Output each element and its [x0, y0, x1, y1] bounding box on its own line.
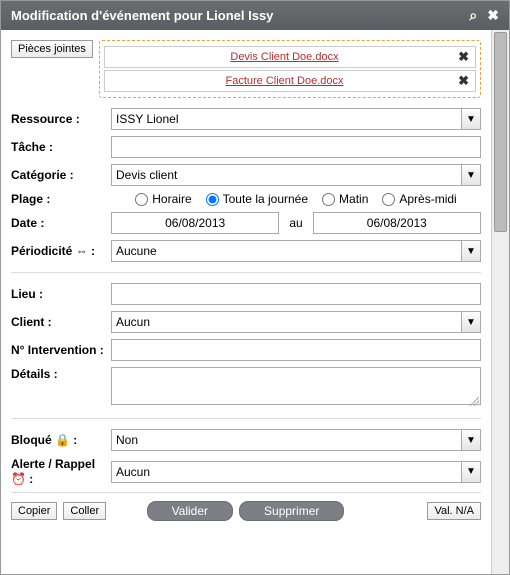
alerte-select[interactable]: ▼	[111, 461, 481, 483]
label-categorie: Catégorie :	[11, 168, 111, 182]
tache-input[interactable]	[111, 136, 481, 158]
radio-horaire[interactable]: Horaire	[135, 192, 191, 206]
radio-matin-label: Matin	[339, 192, 368, 206]
periodicite-input[interactable]	[111, 240, 461, 262]
client-select[interactable]: ▼	[111, 311, 481, 333]
attachment-link[interactable]: Facture Client Doe.docx	[111, 75, 458, 87]
alerte-input[interactable]	[111, 461, 461, 483]
label-date-au: au	[289, 216, 302, 230]
chevron-down-icon[interactable]: ▼	[461, 429, 481, 451]
label-ressource: Ressource :	[11, 112, 111, 126]
label-periodicite: Périodicité ⇔ :	[11, 244, 111, 258]
chevron-down-icon[interactable]: ▼	[461, 108, 481, 130]
label-plage: Plage :	[11, 192, 111, 206]
close-icon[interactable]: ✖	[487, 7, 499, 24]
ressource-input[interactable]	[111, 108, 461, 130]
radio-horaire-input[interactable]	[135, 193, 148, 206]
radio-journee[interactable]: Toute la journée	[206, 192, 308, 206]
bloque-input[interactable]	[111, 429, 461, 451]
periodicite-select[interactable]: ▼	[111, 240, 481, 262]
chevron-down-icon[interactable]: ▼	[461, 461, 481, 483]
date-start-input[interactable]	[111, 212, 279, 234]
bloque-select[interactable]: ▼	[111, 429, 481, 451]
radio-matin[interactable]: Matin	[322, 192, 368, 206]
label-date: Date :	[11, 216, 111, 230]
val-na-button[interactable]: Val. N/A	[427, 502, 481, 520]
scrollbar[interactable]	[491, 30, 509, 574]
radio-apresmidi-label: Après-midi	[399, 192, 456, 206]
search-icon[interactable]: ⌕	[469, 7, 477, 24]
divider	[11, 418, 481, 419]
categorie-select[interactable]: ▼	[111, 164, 481, 186]
radio-journee-input[interactable]	[206, 193, 219, 206]
titlebar: Modification d'événement pour Lionel Iss…	[1, 1, 509, 30]
radio-apresmidi[interactable]: Après-midi	[382, 192, 456, 206]
client-input[interactable]	[111, 311, 461, 333]
attachment-item: Devis Client Doe.docx ✖	[104, 46, 476, 68]
attachments-button[interactable]: Pièces jointes	[11, 40, 93, 58]
categorie-input[interactable]	[111, 164, 461, 186]
ressource-select[interactable]: ▼	[111, 108, 481, 130]
chevron-down-icon[interactable]: ▼	[461, 240, 481, 262]
attachment-item: Facture Client Doe.docx ✖	[104, 70, 476, 92]
attachment-link[interactable]: Devis Client Doe.docx	[111, 51, 458, 63]
remove-attachment-icon[interactable]: ✖	[458, 73, 469, 89]
details-textarea[interactable]	[111, 367, 481, 405]
chevron-down-icon[interactable]: ▼	[461, 164, 481, 186]
valider-button[interactable]: Valider	[147, 501, 233, 521]
lieu-input[interactable]	[111, 283, 481, 305]
label-alerte: Alerte / Rappel ⏰ :	[11, 457, 111, 486]
radio-journee-label: Toute la journée	[223, 192, 308, 206]
intervention-input[interactable]	[111, 339, 481, 361]
window-title: Modification d'événement pour Lionel Iss…	[11, 8, 459, 23]
label-details: Détails :	[11, 367, 111, 381]
supprimer-button[interactable]: Supprimer	[239, 501, 344, 521]
copier-button[interactable]: Copier	[11, 502, 57, 520]
label-lieu: Lieu :	[11, 287, 111, 301]
label-intervention: N° Intervention :	[11, 343, 111, 357]
divider	[11, 272, 481, 273]
radio-matin-input[interactable]	[322, 193, 335, 206]
chevron-down-icon[interactable]: ▼	[461, 311, 481, 333]
radio-apresmidi-input[interactable]	[382, 193, 395, 206]
coller-button[interactable]: Coller	[63, 502, 106, 520]
label-tache: Tâche :	[11, 140, 111, 154]
attachments-dropzone[interactable]: Devis Client Doe.docx ✖ Facture Client D…	[99, 40, 481, 98]
remove-attachment-icon[interactable]: ✖	[458, 49, 469, 65]
radio-horaire-label: Horaire	[152, 192, 191, 206]
scrollbar-thumb[interactable]	[494, 32, 507, 232]
label-bloque: Bloqué 🔒 :	[11, 433, 111, 447]
date-end-input[interactable]	[313, 212, 481, 234]
label-client: Client :	[11, 315, 111, 329]
